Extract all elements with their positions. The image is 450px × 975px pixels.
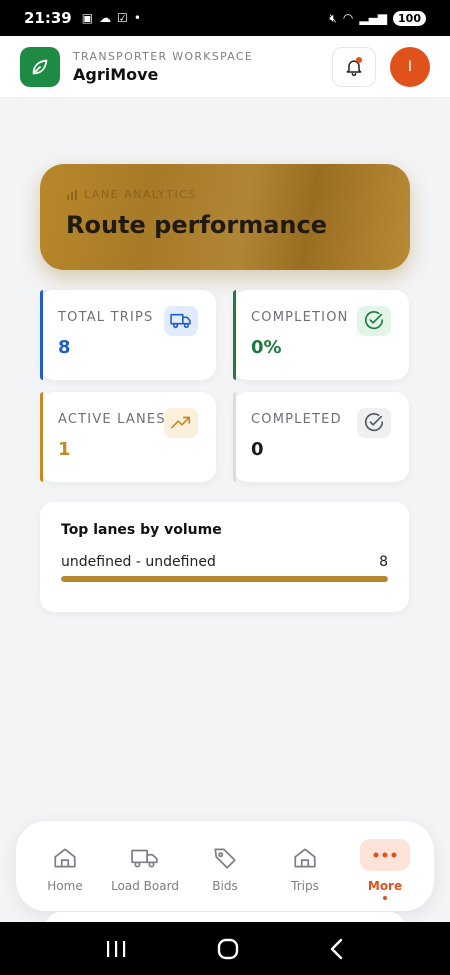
recents-icon[interactable] xyxy=(105,939,127,959)
status-bar: 21:39 ▣ ☁ ☑ • 🔇︎ ◠ ▂▄▆ 100 xyxy=(0,0,450,36)
home-icon xyxy=(52,839,78,877)
check-circle-icon xyxy=(357,306,391,336)
tag-icon xyxy=(212,839,238,877)
nav-label: More xyxy=(367,879,403,893)
route-performance-banner: LANE ANALYTICS Route performance xyxy=(40,164,410,270)
battery-icon: 100 xyxy=(393,10,426,26)
stat-value: 0 xyxy=(251,439,264,460)
wifi-icon: ◠ xyxy=(342,11,354,25)
notification-dot xyxy=(356,56,362,63)
checkbox-icon: ☑ xyxy=(117,11,128,25)
top-lanes-card: Top lanes by volume undefined - undefine… xyxy=(40,502,409,612)
lane-volume-bar xyxy=(61,576,388,582)
banner-eyebrow: LANE ANALYTICS xyxy=(84,188,197,201)
truck-icon xyxy=(131,839,159,877)
cloud-icon: ☁ xyxy=(99,11,112,25)
lane-row[interactable]: undefined - undefined 8 xyxy=(61,554,388,570)
stat-value: 0% xyxy=(251,337,282,358)
nav-label: Trips xyxy=(291,879,319,893)
nav-label: Load Board xyxy=(111,879,179,893)
nav-item-bids[interactable]: Bids xyxy=(185,839,265,893)
leaf-icon[interactable] xyxy=(20,46,60,87)
nav-item-trips[interactable]: Trips xyxy=(265,839,345,893)
page-title: Route performance xyxy=(66,211,328,239)
more-dots-icon xyxy=(360,839,410,871)
avatar[interactable]: I xyxy=(390,46,430,87)
trending-up-icon xyxy=(164,408,198,438)
app-name: AgriMove xyxy=(73,64,159,84)
mute-icon: 🔇︎ xyxy=(329,10,337,25)
app-header: TRANSPORTER WORKSPACE AgriMove I xyxy=(0,36,450,98)
header-titles: TRANSPORTER WORKSPACE AgriMove xyxy=(73,50,253,84)
system-nav-bar xyxy=(0,922,450,975)
stat-label: COMPLETION xyxy=(251,310,349,325)
lane-name: undefined - undefined xyxy=(61,554,216,570)
stat-value: 1 xyxy=(58,439,71,460)
truck-icon xyxy=(164,306,198,336)
lane-volume-fill xyxy=(61,576,388,582)
active-indicator xyxy=(383,896,387,900)
lane-count: 8 xyxy=(379,554,388,570)
signal-icon: ▂▄▆ xyxy=(359,11,388,25)
back-icon[interactable] xyxy=(329,938,345,960)
dot-icon: • xyxy=(133,11,141,25)
nav-label: Home xyxy=(47,879,83,893)
stat-value: 8 xyxy=(58,337,71,358)
check-circle-icon xyxy=(357,408,391,438)
chart-icon xyxy=(67,189,77,200)
nav-item-home[interactable]: Home xyxy=(25,839,105,893)
nav-item-more[interactable]: More xyxy=(345,839,425,900)
stat-label: COMPLETED xyxy=(251,412,342,427)
stat-card-total-trips: TOTAL TRIPS 8 xyxy=(40,290,216,380)
notifications-button[interactable] xyxy=(332,46,376,87)
home-icon xyxy=(292,839,318,877)
stat-card-active-lanes: ACTIVE LANES 1 xyxy=(40,392,216,482)
screenshot-icon: ▣ xyxy=(81,11,94,25)
stat-label: TOTAL TRIPS xyxy=(58,310,154,325)
clock: 21:39 xyxy=(24,9,72,27)
home-circle-icon[interactable] xyxy=(216,938,240,960)
nav-item-load-board[interactable]: Load Board xyxy=(105,839,185,893)
stat-card-completed: COMPLETED 0 xyxy=(233,392,409,482)
nav-label: Bids xyxy=(212,879,238,893)
workspace-label: TRANSPORTER WORKSPACE xyxy=(73,49,254,63)
stat-card-completion: COMPLETION 0% xyxy=(233,290,409,380)
stat-label: ACTIVE LANES xyxy=(58,412,166,427)
top-lanes-title: Top lanes by volume xyxy=(61,522,222,538)
bottom-nav: Home Load Board Bids Trips More xyxy=(16,821,434,911)
